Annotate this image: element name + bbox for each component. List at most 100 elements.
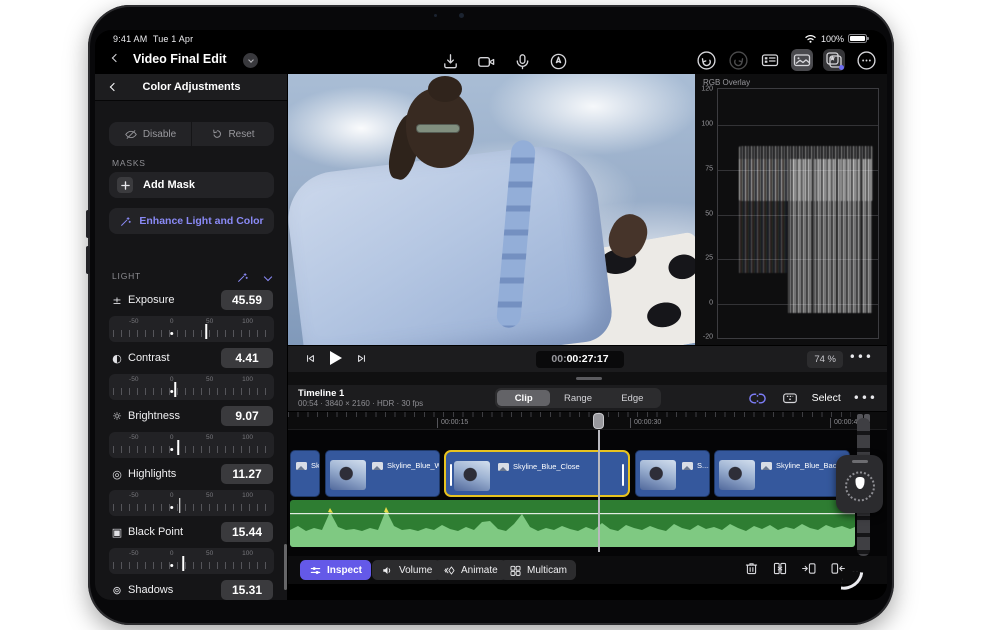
enhance-label: Enhance Light and Color — [139, 215, 263, 227]
volume-button[interactable]: Volume — [372, 560, 441, 580]
add-mask-button[interactable]: Add Mask — [109, 172, 274, 198]
front-camera-dot — [459, 13, 464, 18]
playhead-line[interactable] — [598, 430, 600, 552]
timeline-ruler[interactable]: 00:00:15 00:00:30 00:00:45 — [288, 412, 887, 430]
split-clip-icon[interactable] — [771, 560, 789, 577]
inspect-sliders-icon — [309, 564, 322, 577]
record-video-button[interactable] — [475, 50, 497, 72]
viewer-more-icon[interactable]: ••• — [849, 350, 873, 364]
select-button[interactable]: Select — [812, 392, 841, 404]
inspect-button[interactable]: Inspect — [300, 560, 371, 580]
play-icon[interactable] — [330, 351, 342, 365]
light-collapse-icon[interactable] — [264, 272, 272, 280]
slider-value[interactable]: 9.07 — [221, 406, 273, 426]
slider-ruler[interactable]: -50050100 — [109, 432, 274, 458]
timeline-clip[interactable]: S...... — [635, 450, 710, 497]
slider-label: Contrast — [128, 352, 170, 364]
camera-icon — [477, 52, 496, 71]
export-button[interactable] — [439, 50, 461, 72]
media-browser-button[interactable] — [791, 49, 813, 71]
trim-handle-right[interactable] — [622, 464, 624, 486]
slider-black-point: ▣ Black Point 15.44 -50050100 — [95, 524, 288, 580]
scale-label: 50 — [206, 492, 213, 499]
clock-date: 9:41 AM Tue 1 Apr — [113, 34, 193, 44]
trim-handle-left[interactable] — [450, 464, 452, 486]
timeline-clip[interactable]: Skyline_Blue_Wide — [325, 450, 440, 497]
timeline-more-icon[interactable]: ••• — [853, 391, 877, 405]
slider-ruler[interactable]: -50050100 — [109, 548, 274, 574]
back-icon[interactable] — [112, 54, 120, 62]
jog-drag-handle[interactable] — [852, 460, 868, 463]
undo-button[interactable] — [695, 49, 717, 71]
insert-clip-icon[interactable] — [800, 560, 818, 577]
slider-ruler[interactable]: -50050100 — [109, 490, 274, 516]
black-point-icon: ▣ — [111, 526, 123, 539]
slider-highlights: ◎ Highlights 11.27 -50050100 — [95, 466, 288, 522]
timeline-clip-selected[interactable]: Skyline_Blue_Close — [444, 450, 630, 497]
reset-label: Reset — [228, 129, 254, 140]
wifi-icon — [804, 33, 817, 44]
scope-axis-label: -20 — [695, 334, 713, 341]
scale-label: 0 — [170, 434, 174, 441]
redo-icon — [728, 50, 749, 71]
enhance-light-color-button[interactable]: Enhance Light and Color — [109, 208, 274, 234]
clip-thumbnail — [330, 460, 366, 490]
mode-edge[interactable]: Edge — [606, 390, 659, 406]
timecode-display[interactable]: 00:00:27:17 — [536, 351, 624, 368]
inspector-toggle-button[interactable] — [759, 49, 781, 71]
viewer-zoom-button[interactable]: 74 % — [807, 351, 843, 368]
project-title-dropdown[interactable] — [243, 53, 258, 68]
mode-range[interactable]: Range — [551, 390, 604, 406]
slider-value[interactable]: 15.31 — [221, 580, 273, 600]
slider-ruler[interactable]: -50050100 — [109, 374, 274, 400]
panel-title: Color Adjustments — [95, 81, 288, 93]
reset-button[interactable]: Reset — [192, 122, 274, 146]
disable-button[interactable]: Disable — [109, 122, 192, 146]
scale-label: -50 — [129, 434, 138, 441]
snapping-icon[interactable] — [747, 389, 768, 408]
light-auto-wand-icon[interactable] — [236, 271, 249, 284]
scale-label: 50 — [206, 318, 213, 325]
status-time: 9:41 AM — [113, 34, 147, 44]
subject-sunglasses — [416, 124, 460, 133]
panel-divider — [288, 372, 887, 385]
slider-ruler[interactable]: -50050100 — [109, 316, 274, 342]
timeline-clip[interactable]: Skyline_Blue_Backgrou — [714, 450, 850, 497]
color-adjustments-panel: Color Adjustments Disable Reset MASKS Ad… — [95, 74, 288, 600]
more-options-button[interactable] — [855, 49, 877, 71]
timeline-meta: 00:54 · 3840 × 2160 · HDR · 30 fps — [298, 399, 423, 408]
app-screen: 9:41 AM Tue 1 Apr 100% Video Final Edit — [95, 30, 887, 600]
volume-down-button — [86, 246, 90, 274]
timeline-clip[interactable]: Sk...... — [290, 450, 320, 497]
corner-gesture-arc — [841, 570, 864, 593]
playhead-handle[interactable] — [593, 413, 604, 429]
scope-axis-label: 100 — [695, 121, 713, 128]
timeline-overview-icon[interactable] — [780, 389, 800, 407]
audio-clip[interactable] — [290, 500, 855, 547]
jog-wheel-panel[interactable] — [836, 455, 883, 513]
effects-badge-dot — [839, 65, 844, 70]
voiceover-button[interactable] — [511, 50, 533, 72]
multicam-grid-icon — [509, 564, 522, 577]
project-title[interactable]: Video Final Edit — [133, 52, 227, 66]
slider-value[interactable]: 15.44 — [221, 522, 273, 542]
divider-drag-handle[interactable] — [576, 377, 602, 380]
slider-value[interactable]: 11.27 — [221, 464, 273, 484]
clip-label: Sk...... — [296, 461, 320, 470]
effects-browser-button[interactable] — [823, 49, 845, 71]
next-frame-icon[interactable] — [355, 352, 368, 365]
slider-label: Highlights — [128, 468, 176, 480]
previous-frame-icon[interactable] — [304, 352, 317, 365]
export-icon — [441, 52, 460, 71]
delete-icon[interactable] — [743, 560, 760, 577]
pencil-tool-button[interactable] — [547, 50, 569, 72]
mode-clip[interactable]: Clip — [497, 390, 550, 406]
slider-value[interactable]: 4.41 — [221, 348, 273, 368]
speaker-icon — [381, 564, 394, 577]
slider-contrast: ◐ Contrast 4.41 -50050100 — [95, 350, 288, 406]
status-bar: 9:41 AM Tue 1 Apr 100% — [95, 30, 887, 46]
more-ellipsis-icon — [856, 50, 877, 71]
animate-button[interactable]: Animate — [434, 560, 507, 580]
multicam-button[interactable]: Multicam — [500, 560, 576, 580]
slider-value[interactable]: 45.59 — [221, 290, 273, 310]
